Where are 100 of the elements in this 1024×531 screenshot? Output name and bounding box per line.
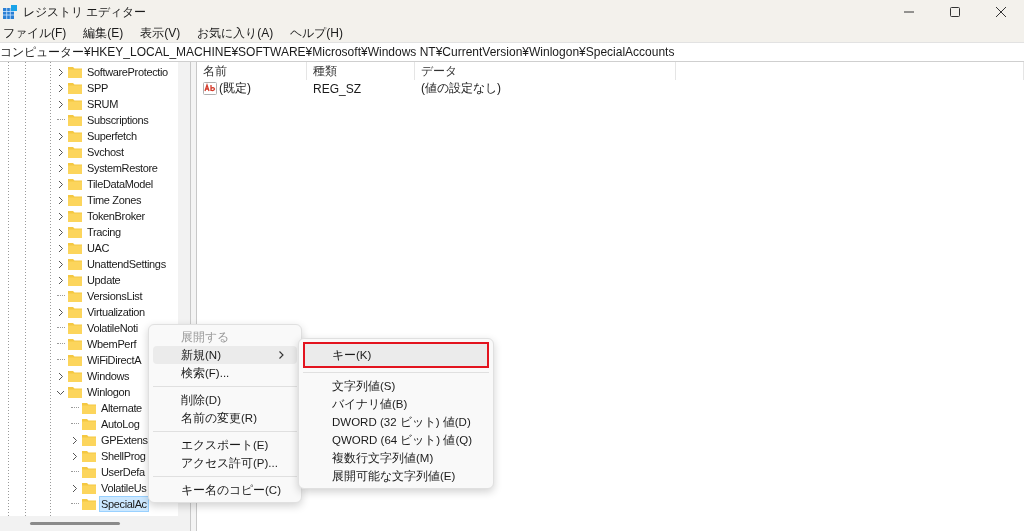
menu-item[interactable]: 文字列値(S) bbox=[303, 377, 489, 395]
tree-item[interactable]: WbemPerf bbox=[85, 336, 139, 352]
close-icon bbox=[996, 7, 1006, 17]
tree-item[interactable]: GPExtens bbox=[99, 432, 150, 448]
table-cell-text: (値の設定なし) bbox=[420, 80, 502, 97]
menu-item[interactable]: 削除(D) bbox=[153, 391, 297, 409]
table-cell-text: REG_SZ bbox=[312, 81, 362, 96]
tree-item[interactable]: SpecialAc bbox=[99, 496, 149, 512]
tree-item[interactable]: VersionsList bbox=[85, 288, 145, 304]
folder-icon bbox=[68, 98, 82, 110]
menu-item[interactable]: 編集(E) bbox=[80, 24, 128, 42]
chevron-right-icon[interactable] bbox=[56, 259, 65, 269]
menu-item[interactable]: 表示(V) bbox=[137, 24, 185, 42]
folder-icon bbox=[68, 194, 82, 206]
string-value-icon bbox=[203, 82, 217, 95]
tree-item[interactable]: ShellProg bbox=[99, 448, 148, 464]
tree-item[interactable]: SoftwareProtectio bbox=[85, 64, 170, 80]
chevron-right-icon[interactable] bbox=[56, 99, 65, 109]
tree-item[interactable]: UserDefa bbox=[99, 464, 147, 480]
menu-item[interactable]: 展開可能な文字列値(E) bbox=[303, 467, 489, 485]
chevron-right-icon[interactable] bbox=[56, 67, 65, 77]
chevron-right-icon[interactable] bbox=[56, 211, 65, 221]
chevron-right-icon[interactable] bbox=[70, 483, 79, 493]
tree-item[interactable]: Update bbox=[85, 272, 123, 288]
chevron-right-icon[interactable] bbox=[56, 227, 65, 237]
tree-item[interactable]: Superfetch bbox=[85, 128, 139, 144]
menu-item[interactable]: QWORD (64 ビット) 値(Q) bbox=[303, 431, 489, 449]
chevron-right-icon[interactable] bbox=[56, 371, 65, 381]
folder-icon bbox=[68, 386, 82, 398]
registry-icon bbox=[3, 5, 17, 19]
tree-item[interactable]: Svchost bbox=[85, 144, 126, 160]
tree-item[interactable]: AutoLog bbox=[99, 416, 142, 432]
tree-item[interactable]: UAC bbox=[85, 240, 112, 256]
tree-item[interactable]: Winlogon bbox=[85, 384, 133, 400]
chevron-right-icon[interactable] bbox=[56, 243, 65, 253]
folder-icon bbox=[68, 290, 82, 302]
folder-icon bbox=[68, 114, 82, 126]
chevron-right-icon[interactable] bbox=[56, 147, 65, 157]
tree-item[interactable]: Subscriptions bbox=[85, 112, 151, 128]
folder-icon bbox=[68, 370, 82, 382]
tree-item[interactable]: SRUM bbox=[85, 96, 120, 112]
menu-item[interactable]: 名前の変更(R) bbox=[153, 409, 297, 427]
folder-icon bbox=[68, 210, 82, 222]
chevron-right-icon[interactable] bbox=[56, 275, 65, 285]
tree-item[interactable]: VolatileUs bbox=[99, 480, 149, 496]
value-name: (既定) bbox=[219, 80, 251, 97]
chevron-right-icon[interactable] bbox=[70, 435, 79, 445]
window-title: レジストリ エディター bbox=[23, 3, 148, 21]
tree-item[interactable]: TokenBroker bbox=[85, 208, 147, 224]
column-header[interactable]: データ bbox=[415, 62, 676, 80]
menu-item[interactable]: お気に入り(A) bbox=[194, 24, 278, 42]
menu-item[interactable]: キー(K) bbox=[303, 342, 489, 368]
menu-item[interactable]: エクスポート(E) bbox=[153, 436, 297, 454]
tree-item[interactable]: SystemRestore bbox=[85, 160, 160, 176]
tree-item[interactable]: TileDataModel bbox=[85, 176, 155, 192]
folder-icon bbox=[82, 402, 96, 414]
chevron-right-icon[interactable] bbox=[56, 179, 65, 189]
tree-item[interactable]: Tracing bbox=[85, 224, 123, 240]
tree-item[interactable]: VolatileNoti bbox=[85, 320, 140, 336]
menu-item[interactable]: アクセス許可(P)... bbox=[153, 454, 297, 472]
folder-icon bbox=[82, 466, 96, 478]
chevron-right-icon[interactable] bbox=[56, 131, 65, 141]
chevron-right-icon[interactable] bbox=[56, 195, 65, 205]
folder-icon bbox=[68, 306, 82, 318]
chevron-right-icon[interactable] bbox=[56, 163, 65, 173]
chevron-right-icon[interactable] bbox=[70, 451, 79, 461]
folder-icon bbox=[68, 66, 82, 78]
folder-icon bbox=[68, 226, 82, 238]
tree-item[interactable]: SPP bbox=[85, 80, 110, 96]
menu-item[interactable]: DWORD (32 ビット) 値(D) bbox=[303, 413, 489, 431]
menu-item[interactable]: 新規(N) bbox=[153, 346, 297, 364]
menu-item[interactable]: バイナリ値(B) bbox=[303, 395, 489, 413]
folder-icon bbox=[68, 130, 82, 142]
folder-icon bbox=[68, 178, 82, 190]
menu-item[interactable]: 複数行文字列値(M) bbox=[303, 449, 489, 467]
folder-icon bbox=[68, 354, 82, 366]
folder-icon bbox=[68, 274, 82, 286]
address-bar[interactable]: コンピューター¥HKEY_LOCAL_MACHINE¥SOFTWARE¥Microsoft¥Windows NT¥CurrentVersion¥Winlogon¥SpecialAccounts bbox=[0, 42, 1024, 62]
menu-item[interactable]: ヘルプ(H) bbox=[287, 24, 347, 42]
folder-icon bbox=[82, 418, 96, 430]
folder-icon bbox=[82, 450, 96, 462]
tree-item[interactable]: Alternate bbox=[99, 400, 144, 416]
menu-item[interactable]: キー名のコピー(C) bbox=[153, 481, 297, 499]
column-header[interactable]: 名前 bbox=[197, 62, 307, 80]
tree-item[interactable]: Time Zones bbox=[85, 192, 144, 208]
folder-icon bbox=[82, 482, 96, 494]
tree-item[interactable]: UnattendSettings bbox=[85, 256, 168, 272]
chevron-right-icon bbox=[277, 351, 285, 359]
scrollbar[interactable] bbox=[0, 516, 190, 531]
chevron-right-icon[interactable] bbox=[56, 83, 65, 93]
maximize-icon bbox=[950, 7, 960, 17]
tree-item[interactable]: Virtualization bbox=[85, 304, 147, 320]
folder-icon bbox=[82, 434, 96, 446]
chevron-right-icon[interactable] bbox=[56, 307, 65, 317]
tree-item[interactable]: WiFiDirectA bbox=[85, 352, 144, 368]
tree-item[interactable]: Windows bbox=[85, 368, 132, 384]
menu-item[interactable]: 検索(F)... bbox=[153, 364, 297, 382]
folder-icon bbox=[68, 338, 82, 350]
column-header[interactable]: 種類 bbox=[307, 62, 415, 80]
menu-item[interactable]: ファイル(F) bbox=[0, 24, 71, 42]
